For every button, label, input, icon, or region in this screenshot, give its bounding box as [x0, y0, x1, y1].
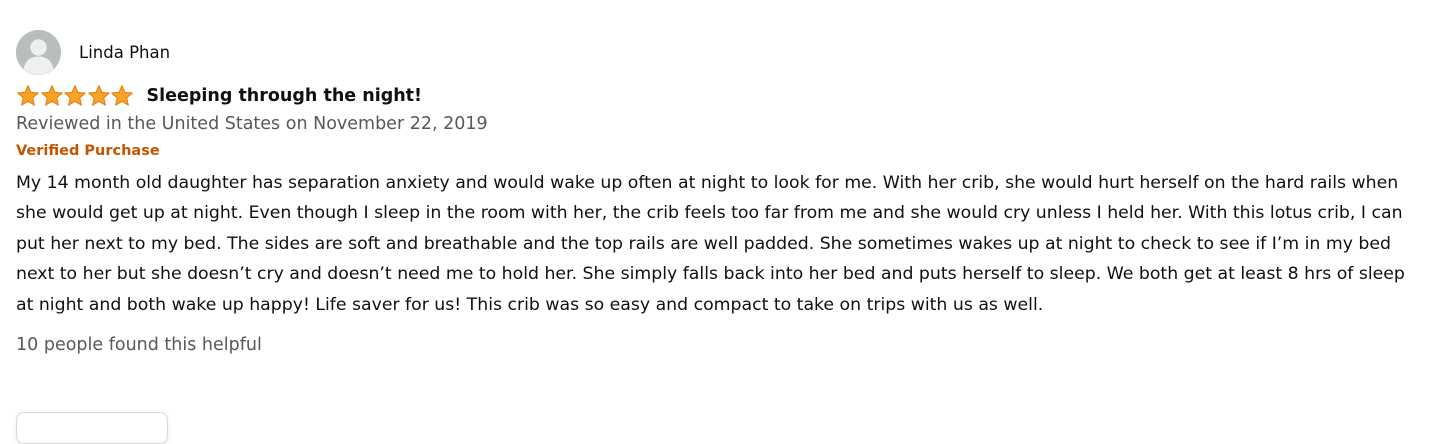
default-avatar-icon[interactable]: [16, 29, 61, 75]
customer-review: Linda Phan Sleeping through the night! R…: [16, 29, 1416, 356]
helpful-button[interactable]: [16, 412, 168, 444]
star-icon: [17, 85, 39, 106]
reviewer-profile[interactable]: Linda Phan: [16, 29, 1416, 75]
review-date: Reviewed in the United States on Novembe…: [16, 114, 488, 134]
review-body: My 14 month old daughter has separation …: [16, 173, 1405, 315]
reviewer-name[interactable]: Linda Phan: [79, 43, 170, 62]
star-icon: [87, 85, 110, 106]
review-title-row: Sleeping through the night!: [16, 83, 1416, 109]
star-icon: [64, 85, 86, 106]
star-icon: [111, 85, 133, 106]
star-icon: [40, 85, 63, 106]
helpful-count: 10 people found this helpful: [16, 335, 262, 356]
verified-purchase-badge[interactable]: Verified Purchase: [16, 141, 1416, 161]
review-title[interactable]: Sleeping through the night!: [147, 86, 423, 106]
star-rating[interactable]: [16, 84, 134, 108]
